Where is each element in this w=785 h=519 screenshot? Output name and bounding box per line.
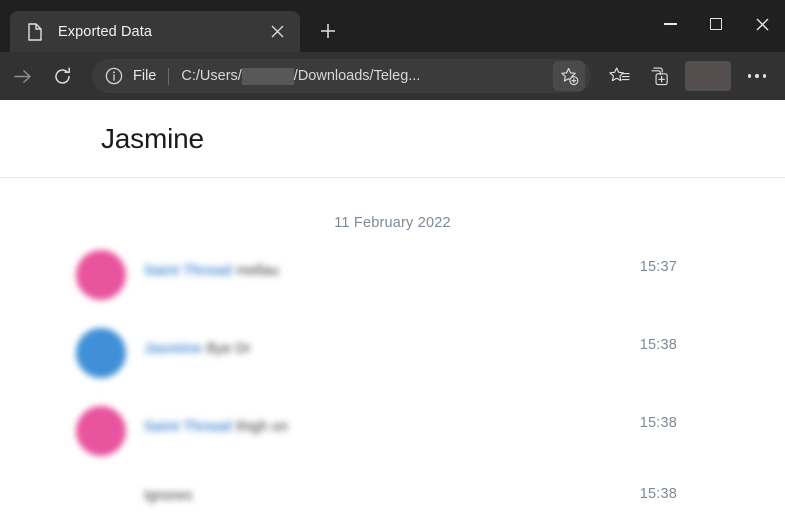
message-text: Ignores <box>144 488 193 504</box>
omnibox-separator <box>168 67 170 85</box>
collections-add-icon <box>650 67 668 85</box>
ellipsis-icon <box>747 74 767 78</box>
message-sender: Saint Thread <box>144 263 232 279</box>
message-body: Saint Thread thigh on <box>144 406 675 436</box>
url-scheme-label: File <box>133 68 157 84</box>
message-text: mellau <box>236 263 279 279</box>
title-bar: Exported Data <box>0 0 785 52</box>
message-time: 15:38 <box>639 486 677 502</box>
message-time: 15:37 <box>639 259 677 275</box>
message-sender: Jasmine <box>144 341 203 357</box>
url-redaction-block <box>241 67 294 85</box>
collections-button[interactable] <box>639 59 679 93</box>
maximize-button[interactable] <box>693 0 739 48</box>
url-prefix: C:/Users/ <box>181 68 242 84</box>
avatar <box>76 406 126 456</box>
tab-title: Exported Data <box>58 23 152 40</box>
date-divider: 11 February 2022 <box>334 215 451 231</box>
profile-redaction-block[interactable] <box>685 61 731 91</box>
page-title: Jasmine <box>101 122 204 154</box>
settings-and-more-button[interactable] <box>737 59 777 93</box>
new-tab-button[interactable] <box>310 13 346 49</box>
window-controls <box>647 0 785 48</box>
star-plus-icon <box>560 67 578 85</box>
url-suffix: /Downloads/Teleg... <box>293 68 421 84</box>
message-text: Bye Dr <box>206 341 251 357</box>
tab-exported-data[interactable]: Exported Data <box>10 11 300 52</box>
close-icon <box>756 18 768 30</box>
avatar <box>76 328 126 378</box>
message-sender: Saint Thread <box>144 419 232 435</box>
favorites-star-list-icon <box>608 67 630 82</box>
message-time: 15:38 <box>639 337 677 353</box>
chat-header: Jasmine <box>0 100 785 178</box>
message-row: Jasmine Bye Dr 15:38 <box>0 328 785 406</box>
message-row: Ignores 15:38 <box>0 484 785 519</box>
browser-window: Exported Data File C:/Users/ /Downloads/… <box>0 0 785 519</box>
message-row: Saint Thread mellau 15:37 <box>0 250 785 328</box>
info-icon[interactable] <box>104 66 124 86</box>
forward-button[interactable] <box>2 59 42 93</box>
arrow-right-icon <box>13 69 31 83</box>
document-icon <box>26 22 44 41</box>
avatar <box>76 250 126 300</box>
tab-close-icon[interactable] <box>264 19 290 45</box>
message-body: Saint Thread mellau <box>144 250 675 280</box>
message-list: Saint Thread mellau 15:37 Jasmine Bye Dr… <box>0 231 785 519</box>
add-favorite-button[interactable] <box>553 61 585 91</box>
message-body: Ignores <box>144 484 675 505</box>
message-row: Saint Thread thigh on 15:38 <box>0 406 785 484</box>
message-time: 15:38 <box>639 415 677 431</box>
page-content: Jasmine 11 February 2022 Saint Thread me… <box>0 100 785 519</box>
refresh-button[interactable] <box>42 59 82 93</box>
message-body: Jasmine Bye Dr <box>144 328 675 358</box>
tab-strip: Exported Data <box>0 0 346 52</box>
refresh-icon <box>54 66 70 84</box>
minimize-button[interactable] <box>647 0 693 48</box>
plus-icon <box>321 24 335 38</box>
avatar-spacer <box>76 484 126 519</box>
browser-toolbar: File C:/Users/ /Downloads/Teleg... <box>0 52 785 100</box>
favorites-button[interactable] <box>599 59 639 93</box>
url-text: C:/Users/ /Downloads/Teleg... <box>181 67 549 85</box>
close-button[interactable] <box>739 0 785 48</box>
message-text: thigh on <box>236 419 288 435</box>
address-bar[interactable]: File C:/Users/ /Downloads/Teleg... <box>92 59 591 93</box>
